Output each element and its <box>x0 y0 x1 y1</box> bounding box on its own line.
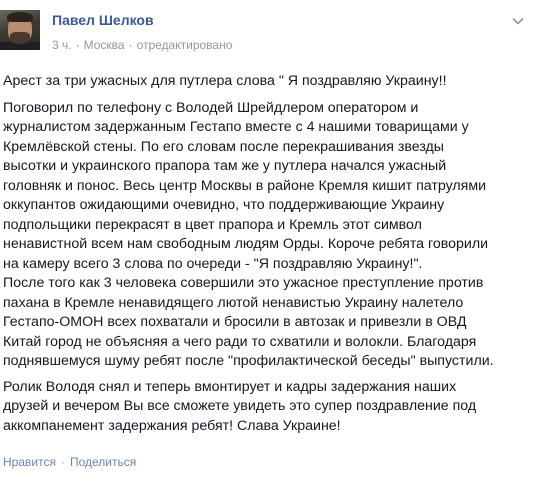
avatar-beard <box>10 32 30 44</box>
post-text: Арест за три ужасных для путлера слова "… <box>3 72 528 442</box>
author-name-link[interactable]: Павел Шелков <box>52 12 154 28</box>
post-card: Павел Шелков 3 ч. · Москва · отредактировано… <box>0 0 535 478</box>
meta-separator: · <box>128 38 133 52</box>
post-time-link[interactable]: 3 ч. <box>52 38 72 52</box>
action-separator: · <box>60 455 65 469</box>
post-edited-link[interactable]: отредактировано <box>137 38 233 52</box>
meta-separator: · <box>75 38 80 52</box>
post-actions: Нравится · Поделиться <box>3 455 136 469</box>
post-paragraph: Ролик Володя снял и теперь вмонтирует и … <box>3 378 477 434</box>
author-avatar[interactable] <box>0 10 40 50</box>
post-meta: 3 ч. · Москва · отредактировано <box>52 38 232 52</box>
chevron-down-icon[interactable] <box>511 14 525 28</box>
like-link[interactable]: Нравится <box>3 455 56 469</box>
avatar-hair <box>7 12 33 22</box>
share-link[interactable]: Поделиться <box>70 455 136 469</box>
post-paragraph: Поговорил по телефону с Володей Шрейдлер… <box>3 99 494 370</box>
post-paragraph: Арест за три ужасных для путлера слова "… <box>3 73 447 89</box>
post-location-link[interactable]: Москва <box>84 38 125 52</box>
